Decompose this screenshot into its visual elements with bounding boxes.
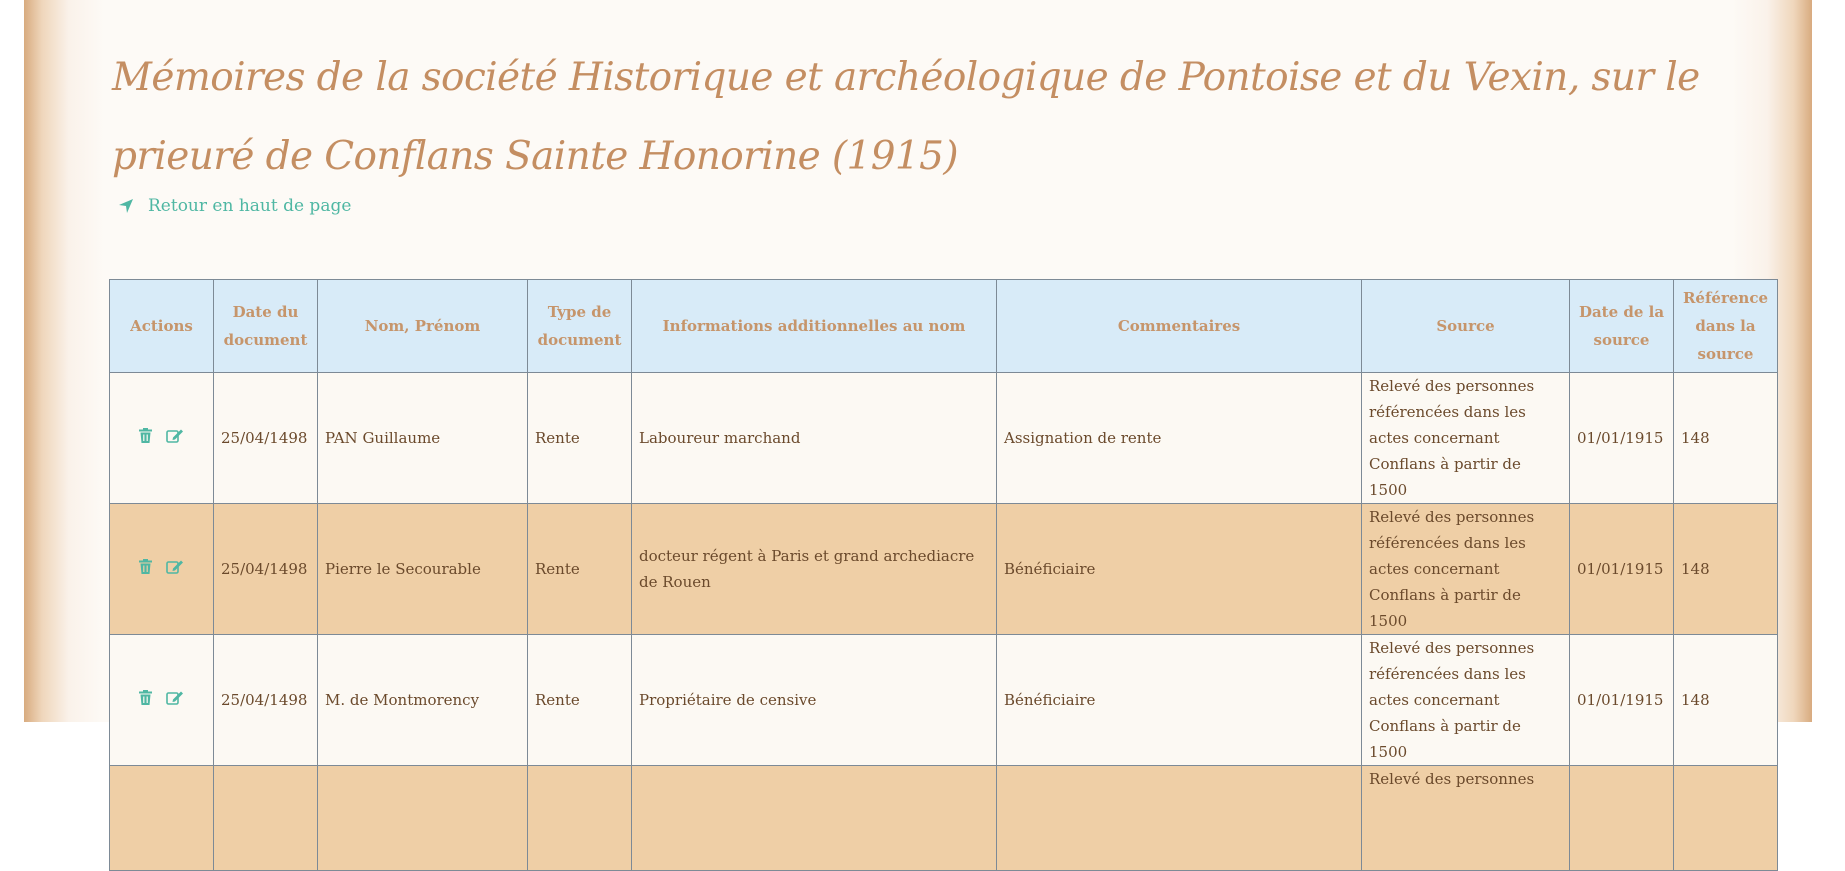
cell-name: M. de Montmorency bbox=[317, 634, 528, 766]
cell-name: PAN Guillaume bbox=[317, 372, 528, 504]
cell-source-reference bbox=[1673, 765, 1778, 871]
records-table-wrapper: Actions Date du document Nom, Prénom Typ… bbox=[109, 279, 1778, 871]
cell-source-date: 01/01/1915 bbox=[1569, 503, 1674, 635]
header-document-date: Date du document bbox=[213, 279, 318, 373]
table-header-row: Actions Date du document Nom, Prénom Typ… bbox=[109, 279, 1778, 373]
cell-document-type: Rente bbox=[527, 503, 632, 635]
header-actions: Actions bbox=[109, 279, 214, 373]
header-source-date: Date de la source bbox=[1569, 279, 1674, 373]
cell-additional-info: Laboureur marchand bbox=[631, 372, 997, 504]
cell-comment: Bénéficiaire bbox=[996, 634, 1362, 766]
cell-source: Relevé des personnes bbox=[1361, 765, 1570, 871]
cell-source-reference: 148 bbox=[1673, 503, 1778, 635]
page-title: Mémoires de la société Historique et arc… bbox=[112, 55, 1700, 179]
cell-document-type bbox=[527, 765, 632, 871]
cell-document-date bbox=[213, 765, 318, 871]
cell-source-date bbox=[1569, 765, 1674, 871]
cell-document-type: Rente bbox=[527, 372, 632, 504]
cell-source: Relevé des personnes référencées dans le… bbox=[1361, 372, 1570, 504]
trash-icon[interactable] bbox=[139, 428, 152, 443]
edit-icon[interactable] bbox=[166, 428, 184, 443]
table-row: Relevé des personnes bbox=[109, 765, 1778, 871]
back-to-top-link[interactable]: Retour en haut de page bbox=[118, 196, 351, 216]
cell-document-type: Rente bbox=[527, 634, 632, 766]
header-source: Source bbox=[1361, 279, 1570, 373]
edit-icon[interactable] bbox=[166, 559, 184, 574]
header-name: Nom, Prénom bbox=[317, 279, 528, 373]
row-actions-cell bbox=[109, 634, 214, 766]
cell-name bbox=[317, 765, 528, 871]
header-source-reference: Référence dans la source bbox=[1673, 279, 1778, 373]
cell-source-date: 01/01/1915 bbox=[1569, 372, 1674, 504]
table-row: 25/04/1498 M. de Montmorency Rente Propr… bbox=[109, 634, 1778, 766]
location-arrow-icon bbox=[118, 198, 134, 214]
trash-icon[interactable] bbox=[139, 690, 152, 705]
header-document-type: Type de document bbox=[527, 279, 632, 373]
header-comments: Commentaires bbox=[996, 279, 1362, 373]
cell-name: Pierre le Secourable bbox=[317, 503, 528, 635]
cell-comment: Assignation de rente bbox=[996, 372, 1362, 504]
cell-source: Relevé des personnes référencées dans le… bbox=[1361, 634, 1570, 766]
cell-source-date: 01/01/1915 bbox=[1569, 634, 1674, 766]
table-row: 25/04/1498 PAN Guillaume Rente Laboureur… bbox=[109, 372, 1778, 504]
cell-source: Relevé des personnes référencées dans le… bbox=[1361, 503, 1570, 635]
back-to-top-label: Retour en haut de page bbox=[148, 196, 352, 216]
cell-document-date: 25/04/1498 bbox=[213, 634, 318, 766]
row-actions-cell bbox=[109, 503, 214, 635]
page-frame: Mémoires de la société Historique et arc… bbox=[24, 0, 1812, 871]
edit-icon[interactable] bbox=[166, 690, 184, 705]
trash-icon[interactable] bbox=[139, 559, 152, 574]
row-actions-cell bbox=[109, 372, 214, 504]
cell-comment bbox=[996, 765, 1362, 871]
cell-additional-info bbox=[631, 765, 997, 871]
cell-source-reference: 148 bbox=[1673, 634, 1778, 766]
cell-comment: Bénéficiaire bbox=[996, 503, 1362, 635]
cell-source-reference: 148 bbox=[1673, 372, 1778, 504]
row-actions-cell bbox=[109, 765, 214, 871]
records-table: Actions Date du document Nom, Prénom Typ… bbox=[109, 279, 1778, 871]
table-row: 25/04/1498 Pierre le Secourable Rente do… bbox=[109, 503, 1778, 635]
cell-additional-info: docteur régent à Paris et grand archedia… bbox=[631, 503, 997, 635]
cell-document-date: 25/04/1498 bbox=[213, 503, 318, 635]
cell-additional-info: Propriétaire de censive bbox=[631, 634, 997, 766]
cell-document-date: 25/04/1498 bbox=[213, 372, 318, 504]
header-additional-info: Informations additionnelles au nom bbox=[631, 279, 997, 373]
